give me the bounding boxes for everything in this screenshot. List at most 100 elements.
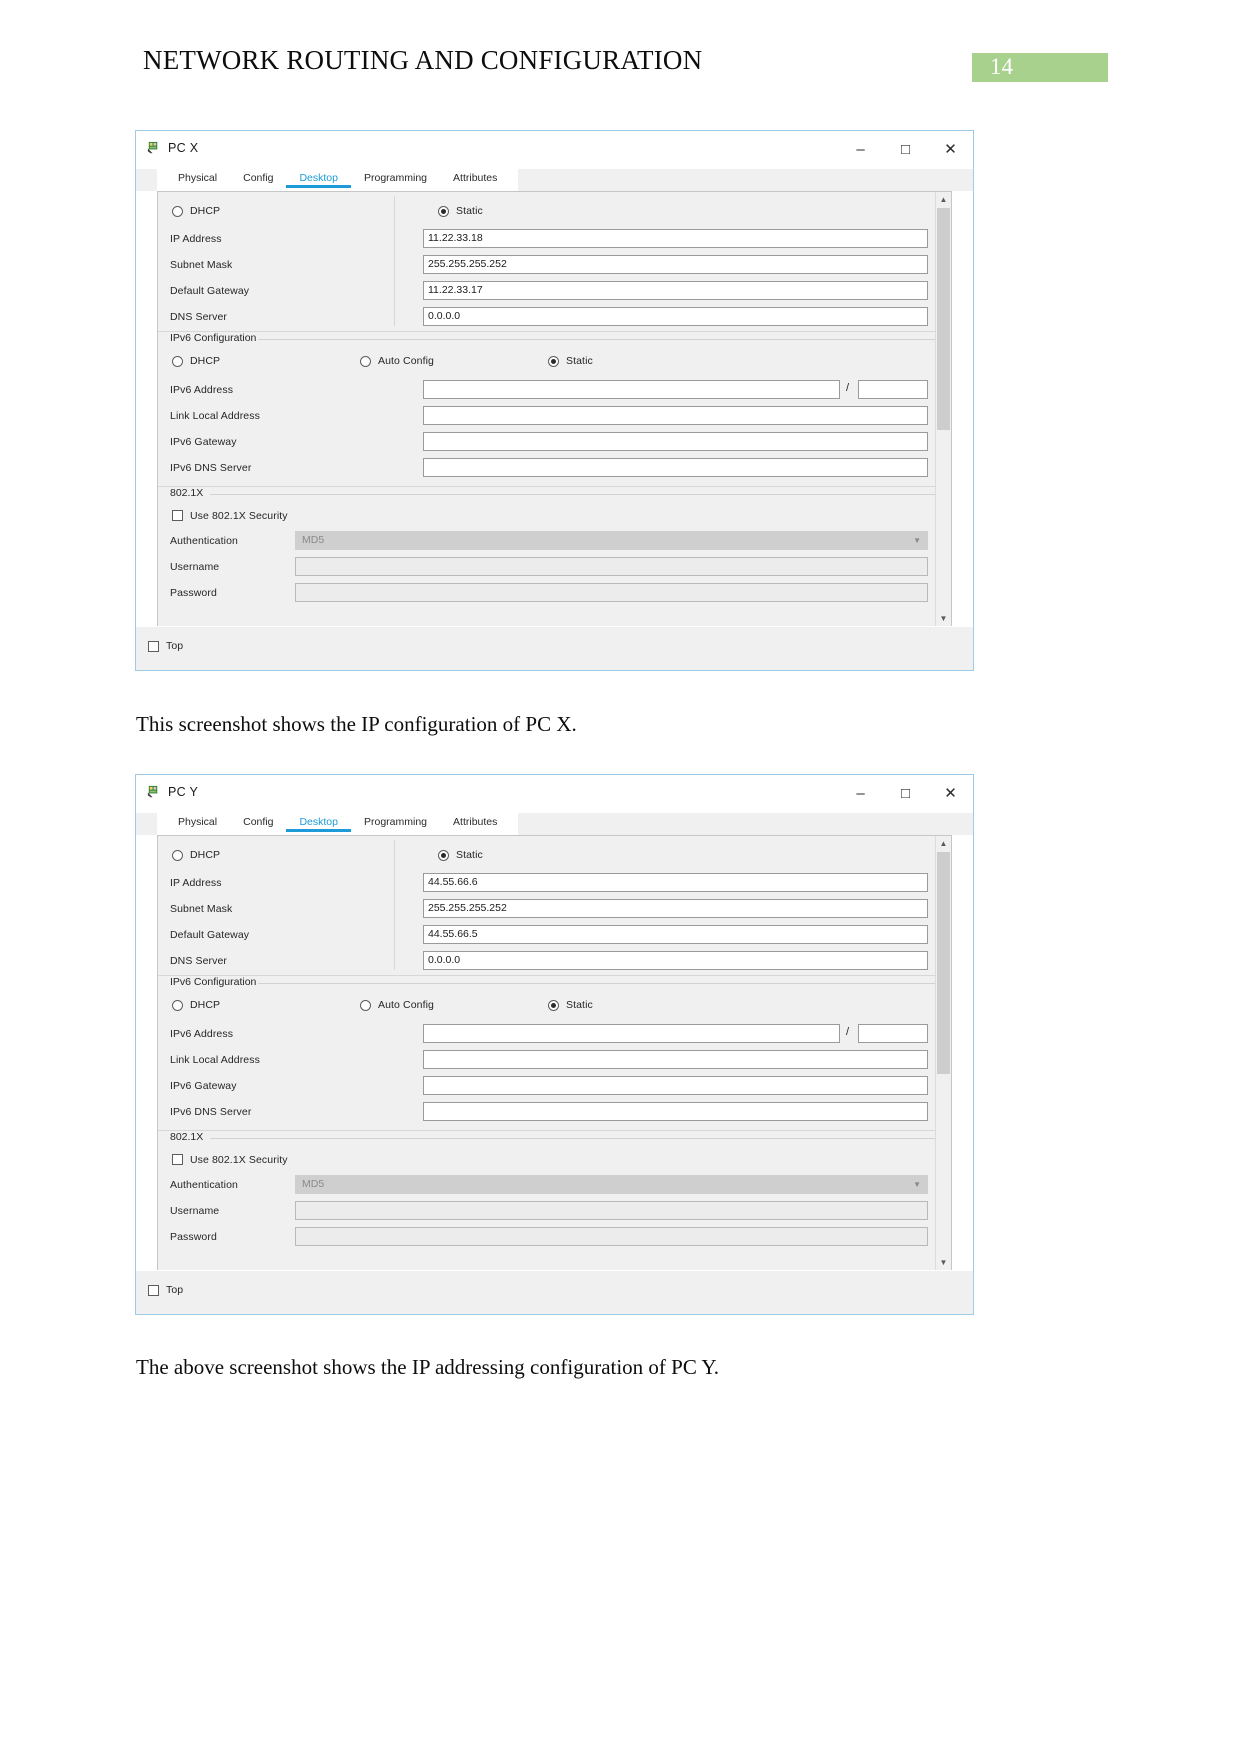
top-checkbox[interactable] <box>148 641 159 652</box>
tab-strip: Physical Config Desktop Programming Attr… <box>136 169 973 191</box>
username-label: Username <box>170 1205 220 1217</box>
tab-config[interactable]: Config <box>230 813 286 832</box>
ipv6-address-field[interactable] <box>423 380 840 399</box>
tab-desktop[interactable]: Desktop <box>286 813 351 832</box>
vertical-scrollbar[interactable]: ▲ ▼ <box>935 836 951 1270</box>
ipv6-auto-config-label: Auto Config <box>378 355 434 367</box>
ipv6-dns-server-field[interactable] <box>423 458 928 477</box>
subnet-mask-label: Subnet Mask <box>170 259 233 271</box>
ipv6-prefix-field[interactable] <box>858 380 928 399</box>
maximize-icon[interactable]: □ <box>883 131 928 168</box>
ipv4-section-divider <box>158 331 935 332</box>
ipv4-dhcp-radio[interactable] <box>172 206 183 217</box>
scroll-down-icon[interactable]: ▼ <box>936 611 951 626</box>
chevron-down-icon: ▼ <box>913 1180 921 1189</box>
ipv6-gateway-label: IPv6 Gateway <box>170 436 237 448</box>
dot1x-group-line <box>210 494 935 495</box>
ipv4-dhcp-radio[interactable] <box>172 850 183 861</box>
minimize-icon[interactable]: – <box>838 775 883 812</box>
ipv4-static-label: Static <box>456 205 483 217</box>
ipv6-prefix-field[interactable] <box>858 1024 928 1043</box>
dns-server-field[interactable]: 0.0.0.0 <box>423 307 928 326</box>
password-field[interactable] <box>295 1227 928 1246</box>
ipv4-static-label: Static <box>456 849 483 861</box>
maximize-icon[interactable]: □ <box>883 775 928 812</box>
ipv6-auto-config-radio[interactable] <box>360 356 371 367</box>
packet-tracer-window-pcx: PC X – □ ✕ Physical Config Desktop Progr… <box>135 130 974 671</box>
scroll-down-icon[interactable]: ▼ <box>936 1255 951 1270</box>
link-local-address-field[interactable] <box>423 406 928 425</box>
ipv6-gateway-label: IPv6 Gateway <box>170 1080 237 1092</box>
ipv4-static-radio[interactable] <box>438 206 449 217</box>
ip-address-field[interactable]: 11.22.33.18 <box>423 229 928 248</box>
ipv6-auto-config-radio[interactable] <box>360 1000 371 1011</box>
password-field[interactable] <box>295 583 928 602</box>
ipv6-dhcp-radio[interactable] <box>172 356 183 367</box>
ipv6-static-radio[interactable] <box>548 1000 559 1011</box>
default-gateway-field[interactable]: 11.22.33.17 <box>423 281 928 300</box>
default-gateway-field[interactable]: 44.55.66.5 <box>423 925 928 944</box>
subnet-mask-field[interactable]: 255.255.255.252 <box>423 255 928 274</box>
dot1x-group-title: 802.1X <box>170 487 210 499</box>
ipv6-dns-server-label: IPv6 DNS Server <box>170 462 252 474</box>
ipv6-dhcp-radio[interactable] <box>172 1000 183 1011</box>
password-label: Password <box>170 587 217 599</box>
scrollbar-thumb[interactable] <box>937 852 950 1074</box>
ipv6-dns-server-field[interactable] <box>423 1102 928 1121</box>
tab-programming[interactable]: Programming <box>351 813 440 832</box>
minimize-icon[interactable]: – <box>838 131 883 168</box>
ipv6-address-label: IPv6 Address <box>170 1028 234 1040</box>
tab-physical[interactable]: Physical <box>165 813 230 832</box>
dns-server-label: DNS Server <box>170 955 228 967</box>
dns-server-label: DNS Server <box>170 311 228 323</box>
tab-config[interactable]: Config <box>230 169 286 188</box>
username-field[interactable] <box>295 1201 928 1220</box>
tab-physical[interactable]: Physical <box>165 169 230 188</box>
ipv6-address-label: IPv6 Address <box>170 384 234 396</box>
tab-attributes[interactable]: Attributes <box>440 169 510 188</box>
ipv6-static-radio[interactable] <box>548 356 559 367</box>
title-bar: PC Y – □ ✕ <box>136 775 973 813</box>
tab-attributes[interactable]: Attributes <box>440 813 510 832</box>
ipv6-dns-server-label: IPv6 DNS Server <box>170 1106 252 1118</box>
ip-address-field[interactable]: 44.55.66.6 <box>423 873 928 892</box>
top-checkbox[interactable] <box>148 1285 159 1296</box>
close-icon[interactable]: ✕ <box>928 131 973 168</box>
tab-desktop[interactable]: Desktop <box>286 169 351 188</box>
packet-tracer-window-pcy: PC Y – □ ✕ Physical Config Desktop Progr… <box>135 774 974 1315</box>
ip-configuration-panel: DHCP Static IP Address 44.55.66.6 Subnet… <box>157 835 952 1271</box>
pc-device-icon <box>147 141 158 154</box>
top-label: Top <box>166 640 184 652</box>
username-field[interactable] <box>295 557 928 576</box>
ipv6-address-field[interactable] <box>423 1024 840 1043</box>
scrollbar-thumb[interactable] <box>937 208 950 430</box>
ipv4-static-radio[interactable] <box>438 850 449 861</box>
default-gateway-label: Default Gateway <box>170 929 250 941</box>
subnet-mask-label: Subnet Mask <box>170 903 233 915</box>
vertical-scrollbar[interactable]: ▲ ▼ <box>935 192 951 626</box>
caption-pcy: The above screenshot shows the IP addres… <box>136 1355 720 1379</box>
authentication-value: MD5 <box>302 534 325 546</box>
tab-programming[interactable]: Programming <box>351 169 440 188</box>
authentication-dropdown[interactable]: MD5 ▼ <box>295 531 928 550</box>
window-title: PC Y <box>168 785 199 799</box>
document-title: NETWORK ROUTING AND CONFIGURATION <box>143 45 703 75</box>
use-dot1x-security-checkbox[interactable] <box>172 510 183 521</box>
subnet-mask-field[interactable]: 255.255.255.252 <box>423 899 928 918</box>
ipv6-static-label: Static <box>566 999 593 1011</box>
username-label: Username <box>170 561 220 573</box>
ipv6-configuration-group-title: IPv6 Configuration <box>170 332 263 344</box>
scroll-up-icon[interactable]: ▲ <box>936 192 951 207</box>
scroll-up-icon[interactable]: ▲ <box>936 836 951 851</box>
authentication-dropdown[interactable]: MD5 ▼ <box>295 1175 928 1194</box>
ipv6-gateway-field[interactable] <box>423 432 928 451</box>
close-icon[interactable]: ✕ <box>928 775 973 812</box>
ipv4-dhcp-label: DHCP <box>190 849 221 861</box>
ipv6-gateway-field[interactable] <box>423 1076 928 1095</box>
dns-server-field[interactable]: 0.0.0.0 <box>423 951 928 970</box>
ipv6-static-label: Static <box>566 355 593 367</box>
link-local-address-field[interactable] <box>423 1050 928 1069</box>
window-controls: – □ ✕ <box>838 775 973 812</box>
use-dot1x-security-checkbox[interactable] <box>172 1154 183 1165</box>
ipv6-section-divider <box>158 486 935 487</box>
